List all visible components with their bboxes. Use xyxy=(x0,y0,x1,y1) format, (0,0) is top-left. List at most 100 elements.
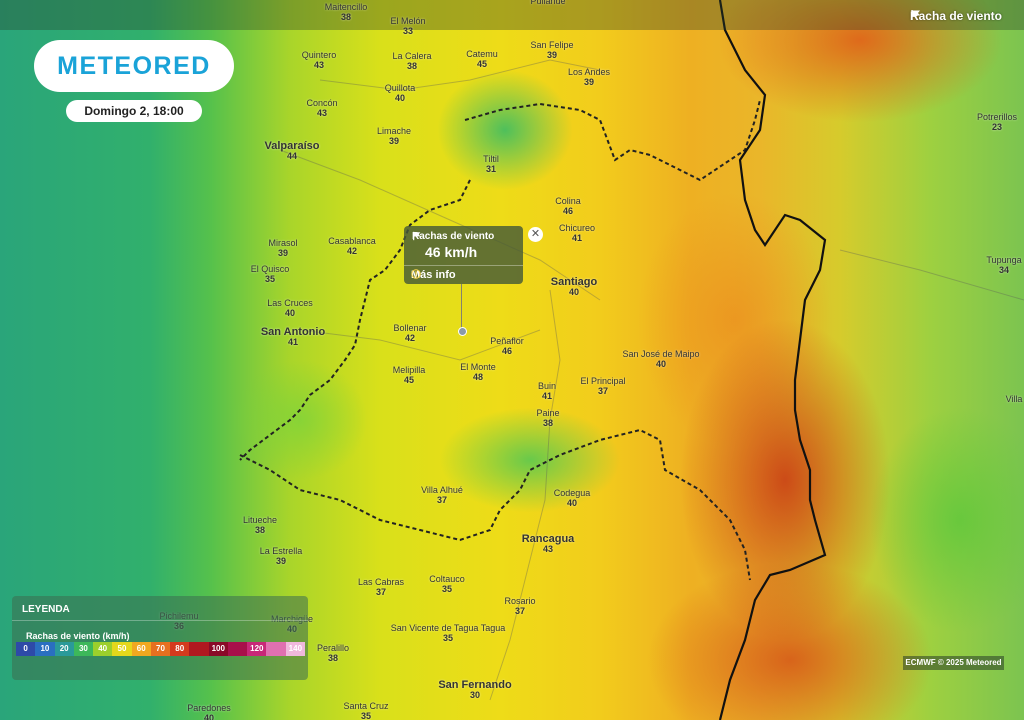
place-name: Concón xyxy=(306,98,338,108)
place-gust-value: 41 xyxy=(287,337,298,347)
place-label[interactable]: Villa xyxy=(1006,394,1023,404)
forecast-time[interactable]: Domingo 2, 18:00 xyxy=(66,100,202,122)
place-gust-value: 40 xyxy=(655,359,666,369)
place-label[interactable]: Rosario 37 xyxy=(504,596,535,616)
place-gust-value: 41 xyxy=(571,233,582,243)
legend-scale-step: 10 xyxy=(35,642,55,656)
place-label[interactable]: Catemu 45 xyxy=(466,49,498,69)
place-name: El Melón xyxy=(390,16,426,26)
place-label[interactable]: Las Cruces 40 xyxy=(267,298,313,318)
place-label[interactable]: El Monte 48 xyxy=(460,362,496,382)
place-label[interactable]: San Antonio 41 xyxy=(261,327,325,348)
place-label[interactable]: Colina 46 xyxy=(555,196,581,216)
more-info-link[interactable]: Más info xyxy=(411,269,456,281)
place-label[interactable]: Coltauco 35 xyxy=(429,574,465,594)
place-label[interactable]: San José de Maipo 40 xyxy=(622,349,699,369)
place-label[interactable]: Litueche 38 xyxy=(243,515,277,535)
place-label[interactable]: Limache 39 xyxy=(377,126,411,146)
place-label[interactable]: Villa Alhué 37 xyxy=(421,485,463,505)
place-label[interactable]: Peralillo 38 xyxy=(317,643,349,663)
place-name: Coltauco xyxy=(429,574,465,584)
info-icon xyxy=(411,269,421,279)
layer-title[interactable]: Racha de viento xyxy=(910,9,1002,23)
place-name: San Vicente de Tagua Tagua xyxy=(390,623,506,633)
place-name: Paine xyxy=(536,408,560,418)
place-label[interactable]: Mirasol 39 xyxy=(268,238,297,258)
popup-pointer-line xyxy=(461,284,462,329)
legend-scale-step: 100 xyxy=(208,642,228,656)
place-label[interactable]: La Calera 38 xyxy=(392,51,431,71)
place-label[interactable]: Los Andes 39 xyxy=(568,67,610,87)
place-gust-value: 39 xyxy=(275,556,286,566)
place-name: Peñaflor xyxy=(490,336,524,346)
place-label[interactable]: Concón 43 xyxy=(306,98,337,118)
popup-title: Rachas de viento xyxy=(412,231,494,242)
place-label[interactable]: Melipilla 45 xyxy=(393,365,426,385)
place-label[interactable]: Quintero 43 xyxy=(302,50,337,70)
place-label[interactable]: Potrerillos 23 xyxy=(977,112,1017,132)
place-label[interactable]: San Vicente de Tagua Tagua 35 xyxy=(391,623,506,643)
place-name: Mirasol xyxy=(268,238,298,248)
place-label[interactable]: El Quisco 35 xyxy=(251,264,290,284)
meteored-logo[interactable]: METEORED xyxy=(34,40,234,92)
popup-close-button[interactable]: ✕ xyxy=(528,227,543,242)
place-gust-value: 38 xyxy=(340,12,351,22)
place-name: Maitencillo xyxy=(324,2,368,12)
legend-scale-step: 70 xyxy=(150,642,171,656)
place-gust-value: 35 xyxy=(441,584,452,594)
place-gust-value: 30 xyxy=(469,690,480,700)
place-gust-value: 40 xyxy=(566,498,578,508)
place-label[interactable]: Pullahue xyxy=(530,0,565,6)
place-label[interactable]: Las Cabras 37 xyxy=(358,577,404,597)
place-name: El Monte xyxy=(460,362,496,372)
place-gust-value: 38 xyxy=(406,61,417,71)
region-border-valparaiso-santiago xyxy=(464,99,761,182)
place-label[interactable]: Buin 41 xyxy=(538,381,556,401)
place-label[interactable]: Casablanca 42 xyxy=(328,236,376,256)
place-label[interactable]: Paredones 40 xyxy=(187,703,231,720)
place-label[interactable]: Santa Cruz 35 xyxy=(343,701,388,720)
place-gust-value: 45 xyxy=(476,59,488,69)
place-name: Villa xyxy=(1005,394,1023,404)
region-border-santiago-south xyxy=(239,428,751,581)
place-label[interactable]: San Fernando 30 xyxy=(438,680,511,701)
popup-divider xyxy=(404,265,523,266)
place-gust-value: 39 xyxy=(277,248,289,258)
layer-title-text: Racha de viento xyxy=(909,9,1002,23)
place-name: Potrerillos xyxy=(976,112,1018,122)
place-gust-value: 39 xyxy=(546,50,557,60)
place-gust-value: 45 xyxy=(403,375,415,385)
place-label[interactable]: Peñaflor 46 xyxy=(490,336,524,356)
location-pin[interactable] xyxy=(458,327,467,336)
legend-scale-step: 20 xyxy=(54,642,74,656)
place-label[interactable]: El Melón 33 xyxy=(390,16,425,36)
place-name: Casablanca xyxy=(328,236,376,246)
place-label[interactable]: Tiltil 31 xyxy=(483,154,499,174)
place-label[interactable]: Tupunga 34 xyxy=(986,255,1021,275)
place-label[interactable]: Chicureo 41 xyxy=(559,223,595,243)
place-label[interactable]: San Felipe 39 xyxy=(530,40,573,60)
legend-scale-step xyxy=(227,642,248,656)
place-name: Villa Alhué xyxy=(421,485,463,495)
place-gust-value: 42 xyxy=(346,246,357,256)
place-label[interactable]: Codegua 40 xyxy=(554,488,591,508)
place-name: Litueche xyxy=(242,515,278,525)
place-name: Las Cabras xyxy=(357,577,405,587)
flag-icon xyxy=(911,10,920,20)
legend-scale-step: 30 xyxy=(73,642,94,656)
place-label[interactable]: Quillota 40 xyxy=(385,83,416,103)
place-label[interactable]: Valparaíso 44 xyxy=(264,141,319,162)
place-label[interactable]: Maitencillo 38 xyxy=(325,2,368,22)
place-label[interactable]: Bollenar 42 xyxy=(393,323,426,343)
place-label[interactable]: La Estrella 39 xyxy=(260,546,303,566)
place-gust-value: 37 xyxy=(436,495,447,505)
place-label[interactable]: Santiago 40 xyxy=(551,277,597,298)
place-label[interactable]: Paine 38 xyxy=(536,408,559,428)
place-gust-value: 39 xyxy=(388,136,399,146)
place-gust-value: 44 xyxy=(286,151,298,161)
place-gust-value: 34 xyxy=(998,265,1010,275)
legend-scale-step: 40 xyxy=(93,642,113,656)
place-label[interactable]: El Principal 37 xyxy=(580,376,625,396)
place-label[interactable]: Rancagua 43 xyxy=(522,534,575,555)
wind-gust-map[interactable]: Racha de viento METEORED Domingo 2, 18:0… xyxy=(0,0,1024,720)
